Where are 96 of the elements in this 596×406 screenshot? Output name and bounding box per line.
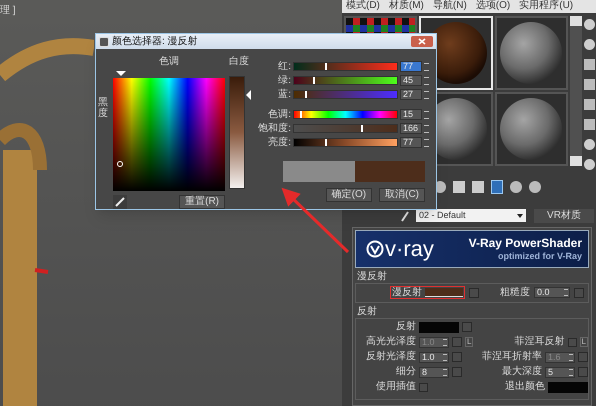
menu-item[interactable]: 选项(O) [476,1,510,12]
logo-text: v·ray [385,238,434,260]
menu-item[interactable]: 材质(M) [388,1,424,12]
field-label: 菲涅耳折射率 [482,352,542,362]
field-value: 166 [402,124,418,133]
value-field[interactable]: 45 [400,75,422,86]
spinner-arrows-icon[interactable] [564,289,568,296]
material-name-dropdown[interactable]: 02 - Default [416,209,526,222]
slider-thumb[interactable] [324,63,327,70]
hue-label: 色调 [158,57,180,67]
close-button[interactable] [411,36,433,47]
viewport-label: 理 ] [0,4,16,18]
field-value: 15 [402,110,414,119]
color-slider[interactable] [293,62,398,71]
field-label: 反射 [395,322,416,332]
material-type-button[interactable]: VR材质 [534,208,594,223]
spinner-field[interactable]: 5 [545,366,575,378]
slider-label: 红: [277,62,291,72]
slider-thumb[interactable] [324,139,327,146]
spheres-icon[interactable] [584,158,595,170]
field-value: 27 [402,90,414,99]
ok-button[interactable]: 确定(O) [326,188,372,202]
value-field[interactable]: 15 [400,109,422,120]
reset-button[interactable]: 重置(R) [179,195,225,209]
color-swatch[interactable] [419,322,459,333]
value-field[interactable]: 166 [400,123,422,134]
scrollbar[interactable] [570,16,582,166]
field-label: 菲涅耳反射 [514,337,565,348]
slider-thumb[interactable] [360,125,363,132]
spinner-field[interactable]: 8 [419,366,449,378]
field-label: 反射光泽度 [365,352,416,362]
field-value: 45 [402,76,414,85]
color-swatch[interactable] [548,382,588,393]
cancel-button[interactable]: 取消(C) [379,188,425,202]
banner-subtitle: optimized for V-Ray [498,252,582,261]
app-icon [99,36,109,46]
checker-icon[interactable] [472,181,484,194]
field-label: 最大深度 [502,367,542,378]
value-field[interactable]: 27 [400,89,422,100]
banner-title: V-Ray PowerShader [468,236,582,249]
blackness-label: 黑度 [98,96,108,121]
checkbox[interactable] [419,382,428,392]
material-name: 02 - Default [419,211,466,220]
menu-item[interactable]: 实用程序(U) [519,1,574,12]
square-icon[interactable] [453,181,465,194]
slider-label: 亮度: [267,138,291,148]
color-slider[interactable] [293,124,398,133]
menu-item[interactable]: 导航(N) [432,1,467,12]
field-label: 退出颜色 [505,382,545,392]
field-label: 细分 [395,367,416,378]
group-title: 漫反射 [357,272,388,282]
field-label: 漫反射 [392,288,422,298]
checkbox[interactable] [568,338,577,347]
field-label: 高光光泽度 [365,337,416,348]
value-field[interactable]: 77 [400,137,422,148]
spinner-field[interactable]: 0.0 [534,287,570,298]
field-value: 77 [402,138,414,147]
hue-marker-icon[interactable] [116,71,126,76]
lock-button[interactable]: L [580,337,588,348]
color-slider[interactable] [293,110,398,119]
slider-label: 色调: [267,110,291,120]
slider-thumb[interactable] [300,111,302,118]
color-swatch[interactable] [425,288,463,298]
whiteness-marker-icon[interactable] [246,90,251,100]
slider-label: 绿: [277,76,291,86]
field-value: 77 [402,62,414,71]
logo-icon [366,240,384,258]
color-slider[interactable] [293,90,398,99]
spheres-icon[interactable] [584,138,595,150]
eyedropper-icon[interactable] [113,195,127,209]
bar-icon[interactable] [491,180,503,194]
spheres-icon[interactable] [529,181,541,194]
spinner-field[interactable]: 1.0 [419,352,449,363]
color-slider[interactable] [293,138,398,147]
crosshair-icon[interactable] [117,161,123,167]
field-label: 粗糙度 [500,288,530,298]
group-title: 反射 [357,306,378,317]
square-icon[interactable] [584,78,595,90]
color-slider[interactable] [293,76,398,85]
slider-label: 饱和度: [257,124,291,134]
field-label: 使用插值 [375,382,416,392]
value-field[interactable]: 77 [400,61,422,72]
slider-label: 蓝: [277,90,291,100]
window-title: 颜色选择器: 漫反射 [112,36,198,46]
slider-thumb[interactable] [312,77,315,84]
spheres-icon[interactable] [510,181,522,194]
slider-thumb[interactable] [305,91,308,98]
eyedropper-icon[interactable] [400,210,410,222]
checker-icon[interactable] [584,58,595,70]
old-color-swatch [283,161,355,182]
dropdown-arrow-icon [517,214,523,218]
menu-item[interactable]: 模式(D) [346,1,380,12]
new-color-swatch [355,161,425,182]
hue-blackness-field[interactable] [113,78,225,191]
whiteness-strip[interactable] [229,76,245,189]
whiteness-label: 白度 [229,57,250,67]
